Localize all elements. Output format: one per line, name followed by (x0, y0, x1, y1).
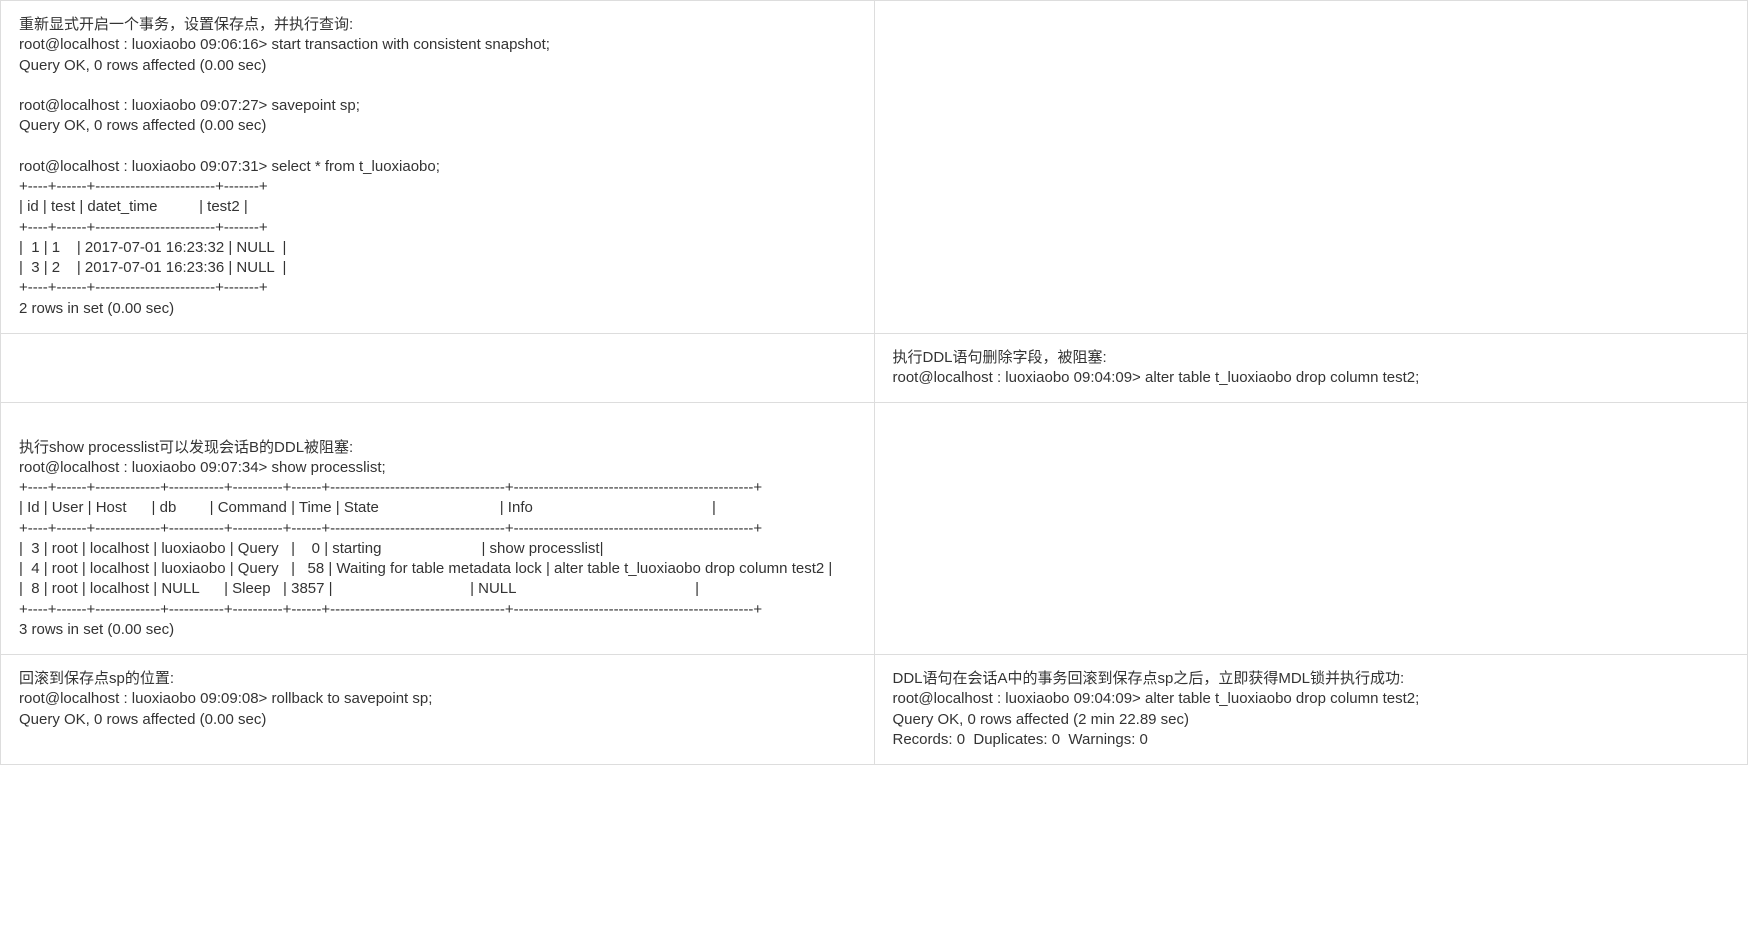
content-left-2: 执行show processlist可以发现会话B的DDL被阻塞: root@l… (19, 417, 856, 640)
content-right-1: 执行DDL语句删除字段，被阻塞: root@localhost : luoxia… (893, 348, 1730, 389)
content-left-0: 重新显式开启一个事务，设置保存点，并执行查询: root@localhost :… (19, 15, 856, 319)
table-row: 回滚到保存点sp的位置: root@localhost : luoxiaobo … (1, 655, 1748, 765)
cell-right-1: 执行DDL语句删除字段，被阻塞: root@localhost : luoxia… (874, 333, 1748, 403)
table-row: 执行show processlist可以发现会话B的DDL被阻塞: root@l… (1, 403, 1748, 655)
content-right-0 (893, 15, 1730, 35)
session-table: 重新显式开启一个事务，设置保存点，并执行查询: root@localhost :… (0, 0, 1748, 765)
cell-right-2 (874, 403, 1748, 655)
cell-left-0: 重新显式开启一个事务，设置保存点，并执行查询: root@localhost :… (1, 1, 875, 334)
content-right-3: DDL语句在会话A中的事务回滚到保存点sp之后，立即获得MDL锁并执行成功: r… (893, 669, 1730, 750)
table-row: 重新显式开启一个事务，设置保存点，并执行查询: root@localhost :… (1, 1, 1748, 334)
content-right-2 (893, 417, 1730, 437)
cell-right-0 (874, 1, 1748, 334)
cell-left-1 (1, 333, 875, 403)
content-left-3: 回滚到保存点sp的位置: root@localhost : luoxiaobo … (19, 669, 856, 730)
cell-left-2: 执行show processlist可以发现会话B的DDL被阻塞: root@l… (1, 403, 875, 655)
table-row: 执行DDL语句删除字段，被阻塞: root@localhost : luoxia… (1, 333, 1748, 403)
cell-left-3: 回滚到保存点sp的位置: root@localhost : luoxiaobo … (1, 655, 875, 765)
content-left-1 (19, 348, 856, 368)
cell-right-3: DDL语句在会话A中的事务回滚到保存点sp之后，立即获得MDL锁并执行成功: r… (874, 655, 1748, 765)
